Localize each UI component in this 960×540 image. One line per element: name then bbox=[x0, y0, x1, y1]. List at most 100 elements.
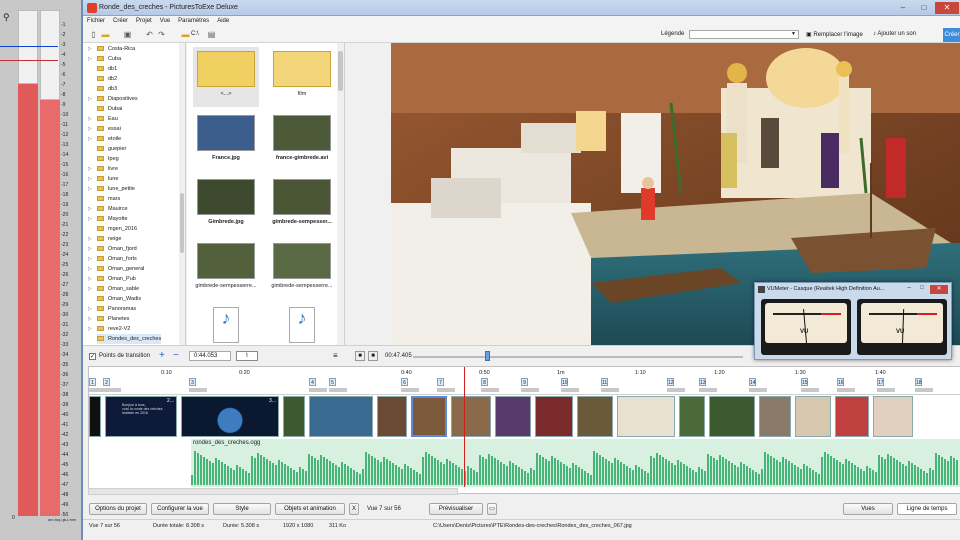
transition-bar[interactable] bbox=[749, 388, 767, 392]
timeline-slide[interactable] bbox=[709, 396, 755, 437]
expand-arrow-icon[interactable]: ▷ bbox=[88, 134, 92, 144]
timeline-slide[interactable] bbox=[617, 396, 675, 437]
create-button[interactable]: Créer bbox=[943, 28, 960, 42]
tree-folder-item[interactable]: ▷ Mauirce bbox=[88, 204, 128, 214]
tree-folder-item[interactable]: guepier bbox=[97, 144, 126, 154]
tree-folder-item[interactable]: ▷ livre bbox=[88, 164, 118, 174]
transition-bar[interactable] bbox=[521, 388, 539, 392]
add-sound-button[interactable]: ♪ Ajouter un son bbox=[873, 31, 916, 37]
drive-path[interactable]: C:\ bbox=[191, 31, 199, 37]
expand-arrow-icon[interactable]: ▷ bbox=[88, 174, 92, 184]
tree-scrollbar[interactable] bbox=[179, 43, 185, 345]
tree-folder-item[interactable]: db1 bbox=[97, 64, 117, 74]
slide-number-marker[interactable]: 16 bbox=[837, 378, 844, 386]
timeline-slide[interactable]: 3... bbox=[181, 396, 279, 437]
transition-bar[interactable] bbox=[915, 388, 933, 392]
menu-vue[interactable]: Vue bbox=[156, 16, 174, 24]
tree-folder-item[interactable]: ▷ Costa-Rica bbox=[88, 44, 135, 54]
timeline-slide[interactable] bbox=[873, 396, 913, 437]
timeline-slide[interactable] bbox=[89, 396, 101, 437]
redo-icon[interactable]: ↷ bbox=[157, 30, 166, 39]
expand-arrow-icon[interactable]: ▷ bbox=[88, 214, 92, 224]
close-x-button[interactable]: X bbox=[349, 503, 359, 515]
legende-dropdown-icon[interactable]: ▼ bbox=[791, 31, 796, 37]
close-button[interactable]: ✕ bbox=[935, 2, 959, 14]
undo-icon[interactable]: ↶ bbox=[145, 30, 154, 39]
tab-views[interactable]: Vues bbox=[843, 503, 893, 515]
transition-bar[interactable] bbox=[329, 388, 347, 392]
file-thumbnail[interactable]: gimbrede-sempesserre... bbox=[193, 239, 259, 299]
transition-time-field[interactable]: 0:44.053 bbox=[189, 351, 231, 361]
timeline-slide[interactable] bbox=[679, 396, 705, 437]
expand-arrow-icon[interactable]: ▷ bbox=[88, 94, 92, 104]
slide-number-marker[interactable]: 6 bbox=[401, 378, 408, 386]
slide-number-marker[interactable]: 4 bbox=[309, 378, 316, 386]
project-options-button[interactable]: Options du projet bbox=[89, 503, 147, 515]
tree-folder-item[interactable]: Ipeg bbox=[97, 154, 119, 164]
tree-folder-item[interactable]: ▷ lune bbox=[88, 174, 118, 184]
expand-arrow-icon[interactable]: ▷ bbox=[88, 44, 92, 54]
tree-folder-item[interactable]: mgen_2016 bbox=[97, 224, 137, 234]
vumeter-close-button[interactable]: ✕ bbox=[930, 285, 948, 294]
thumbs-scroll-thumb[interactable] bbox=[338, 51, 343, 91]
timeline-slide[interactable] bbox=[495, 396, 531, 437]
legende-input[interactable] bbox=[689, 30, 799, 39]
vumeter-minimize-button[interactable]: – bbox=[903, 285, 915, 294]
transition-bar[interactable] bbox=[561, 388, 579, 392]
expand-arrow-icon[interactable]: ▷ bbox=[88, 264, 92, 274]
file-thumbnail[interactable]: gimbrede-sempesserre... bbox=[269, 239, 335, 299]
tree-folder-item[interactable]: ▷ Oman_Pub bbox=[88, 274, 136, 284]
tree-folder-item[interactable]: ▷ etoile bbox=[88, 134, 121, 144]
tree-folder-item[interactable]: Dubai bbox=[97, 104, 122, 114]
file-thumbnail[interactable]: Gimbrede.jpg bbox=[193, 175, 259, 235]
tree-folder-item[interactable]: ▷ Diapositives bbox=[88, 94, 138, 104]
slide-number-marker[interactable]: 14 bbox=[749, 378, 756, 386]
position-slider-thumb[interactable] bbox=[485, 351, 490, 361]
timeline-slide[interactable] bbox=[795, 396, 831, 437]
timeline-slide[interactable] bbox=[451, 396, 491, 437]
transition-bar[interactable] bbox=[189, 388, 207, 392]
expand-arrow-icon[interactable]: ▷ bbox=[88, 184, 92, 194]
slide-number-marker[interactable]: 17 bbox=[877, 378, 884, 386]
export-icon-button[interactable]: ▭ bbox=[487, 503, 497, 515]
expand-arrow-icon[interactable]: ▷ bbox=[88, 244, 92, 254]
tree-folder-item[interactable]: ▷ Oman_forts bbox=[88, 254, 137, 264]
tree-folder-item[interactable]: ▷ Cuba bbox=[88, 54, 121, 64]
timeline-slide[interactable]: Bonjour à tous, voici la ronde des crèch… bbox=[105, 396, 177, 437]
tree-folder-item[interactable]: ▷ Oman_fjord bbox=[88, 244, 137, 254]
tree-folder-item[interactable]: ▷ Mayotte bbox=[88, 214, 128, 224]
tab-timeline[interactable]: Ligne de temps bbox=[897, 503, 957, 515]
style-button[interactable]: Style bbox=[213, 503, 271, 515]
transition-bar[interactable] bbox=[437, 388, 455, 392]
timeline-slide[interactable] bbox=[535, 396, 573, 437]
expand-arrow-icon[interactable]: ▷ bbox=[88, 314, 92, 324]
transition-bar[interactable] bbox=[667, 388, 685, 392]
add-point-icon[interactable]: + bbox=[159, 350, 165, 361]
transition-bar[interactable] bbox=[401, 388, 419, 392]
transition-bar[interactable] bbox=[801, 388, 819, 392]
file-thumbnail[interactable]: film bbox=[269, 47, 335, 107]
tree-folder-item[interactable]: mars bbox=[97, 194, 120, 204]
file-thumbnail[interactable]: france-gimbrede.avi bbox=[269, 111, 335, 171]
file-thumbnail[interactable]: ♪ bbox=[193, 303, 259, 345]
transition-points-checkbox[interactable]: ✓ bbox=[89, 353, 96, 360]
maximize-button[interactable]: □ bbox=[915, 2, 933, 14]
tree-folder-item[interactable]: db3 bbox=[97, 84, 117, 94]
tree-folder-item[interactable]: ▷ Eau bbox=[88, 114, 118, 124]
tree-folder-item[interactable]: ▷ neige bbox=[88, 234, 121, 244]
slide-number-marker[interactable]: 15 bbox=[801, 378, 808, 386]
expand-arrow-icon[interactable]: ▷ bbox=[88, 254, 92, 264]
tree-folder-item[interactable]: db2 bbox=[97, 74, 117, 84]
expand-arrow-icon[interactable]: ▷ bbox=[88, 54, 92, 64]
preview-button[interactable]: Prévisualiser bbox=[429, 503, 483, 515]
transition-bar[interactable] bbox=[309, 388, 327, 392]
expand-arrow-icon[interactable]: ▷ bbox=[88, 324, 92, 334]
vumeter-maximize-button[interactable]: □ bbox=[916, 285, 928, 294]
slide-number-marker[interactable]: 12 bbox=[667, 378, 674, 386]
slide-number-marker[interactable]: 3 bbox=[189, 378, 196, 386]
view-mode-icon[interactable]: ▤ bbox=[207, 30, 216, 39]
tree-folder-item[interactable]: ▷ reve2-V2 bbox=[88, 324, 130, 334]
pause-button[interactable]: ■ bbox=[368, 351, 378, 361]
timeline-scrollbar[interactable] bbox=[88, 488, 458, 495]
stop-button[interactable]: ■ bbox=[355, 351, 365, 361]
